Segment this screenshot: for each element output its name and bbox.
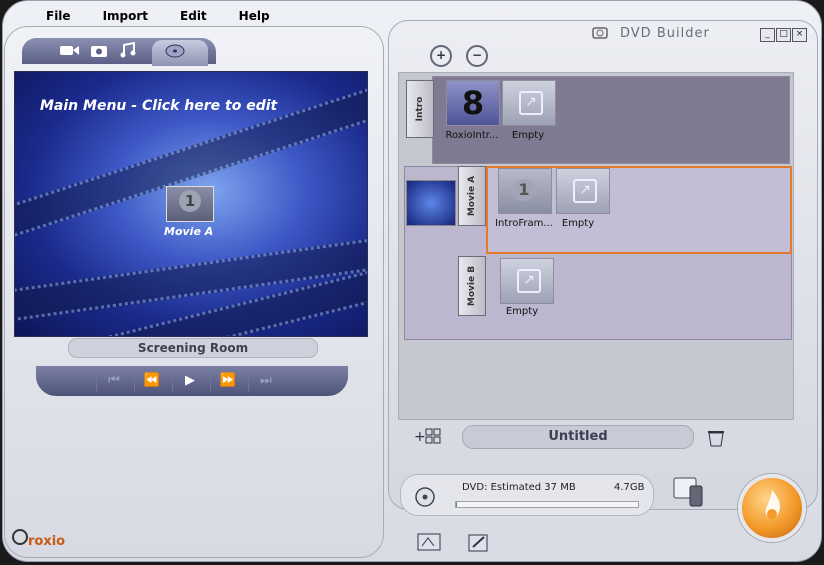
arrow-icon: ↗ (573, 179, 597, 203)
dvd-estimate: DVD: Estimated 37 MB (462, 482, 576, 493)
menu-thumbnail[interactable] (406, 180, 456, 226)
svg-text:+: + (414, 429, 426, 445)
movie-a-label[interactable]: Movie A (164, 225, 213, 238)
empty-slot[interactable]: ↗ (502, 80, 556, 126)
add-menu-icon[interactable]: + (414, 426, 446, 446)
rewind-button[interactable]: ⏪ (134, 370, 169, 392)
capacity-progress (455, 501, 639, 508)
camera-icon[interactable] (88, 42, 110, 60)
movie-number: 1 (179, 190, 201, 212)
slot-label: RoxioIntr... (445, 130, 499, 141)
main-menu-title[interactable]: Main Menu - Click here to edit (40, 98, 277, 114)
project-name-field[interactable]: Untitled (462, 425, 694, 449)
movie-b-tab-label: Movie B (467, 265, 477, 307)
music-icon[interactable] (118, 41, 140, 60)
slot-label: Empty (561, 218, 595, 229)
window-title: DVD Builder (620, 26, 710, 41)
menu-import[interactable]: Import (87, 6, 164, 28)
video-camera-icon[interactable] (58, 42, 80, 60)
maximize-button[interactable]: □ (776, 28, 791, 42)
menu-preview[interactable]: Main Menu - Click here to edit 1 Movie A (14, 71, 368, 337)
skip-back-button[interactable]: ⏮ (96, 370, 131, 392)
fast-forward-button[interactable]: ⏩ (210, 370, 245, 392)
tab-movie-a[interactable]: Movie A (458, 166, 486, 226)
zoom-in-icon[interactable]: + (430, 45, 452, 67)
skip-forward-button[interactable]: ⏭ (248, 370, 283, 392)
slot-label: Empty (505, 306, 539, 317)
menu-edit[interactable]: Edit (164, 6, 223, 28)
tab-movie-b[interactable]: Movie B (458, 256, 486, 316)
empty-slot[interactable]: ↗ (556, 168, 610, 214)
close-button[interactable]: × (792, 28, 807, 42)
empty-slot[interactable]: ↗ (500, 258, 554, 304)
intro-frame-clip[interactable]: 1 (498, 168, 552, 214)
edit-notes-icon[interactable] (466, 532, 492, 554)
disc-icon[interactable] (414, 486, 436, 508)
menu-help[interactable]: Help (223, 6, 286, 28)
play-button[interactable]: ▶ (172, 370, 207, 392)
trash-icon[interactable] (706, 428, 726, 448)
capacity-progress-fill (456, 502, 458, 507)
menu-file[interactable]: File (30, 6, 87, 28)
roxio-logo-icon (12, 529, 28, 545)
roxio-intro-clip[interactable]: 8 (446, 80, 500, 126)
preview-remote-icon[interactable] (672, 476, 706, 508)
menu-bar: File Import Edit Help (30, 6, 286, 28)
transport-bar: ⏮ ⏪ ▶ ⏩ ⏭ (36, 366, 348, 396)
minimize-button[interactable]: _ (760, 28, 775, 42)
movie-a-thumbnail[interactable]: 1 (166, 186, 214, 222)
clip-number-badge: 1 (513, 179, 535, 201)
dvd-capacity: 4.7GB (614, 482, 645, 493)
zoom-out-icon[interactable]: − (466, 45, 488, 67)
tab-intro[interactable]: Intro (406, 80, 434, 138)
dvd-capacity-bar (400, 474, 654, 516)
arrow-icon: ↗ (517, 269, 541, 293)
intro-tab-label: Intro (415, 96, 425, 122)
dvd-icon[interactable] (164, 42, 186, 60)
arrow-icon: ↗ (519, 91, 543, 115)
burn-button[interactable] (738, 474, 806, 542)
roxio-logo-text: roxio (28, 534, 66, 549)
countdown-badge: 8 (461, 84, 485, 122)
screen-settings-icon[interactable] (416, 532, 442, 554)
dvd-builder-icon (592, 25, 608, 41)
screening-room-label: Screening Room (68, 338, 318, 358)
slot-label: Empty (511, 130, 545, 141)
movie-a-tab-label: Movie A (467, 175, 477, 217)
